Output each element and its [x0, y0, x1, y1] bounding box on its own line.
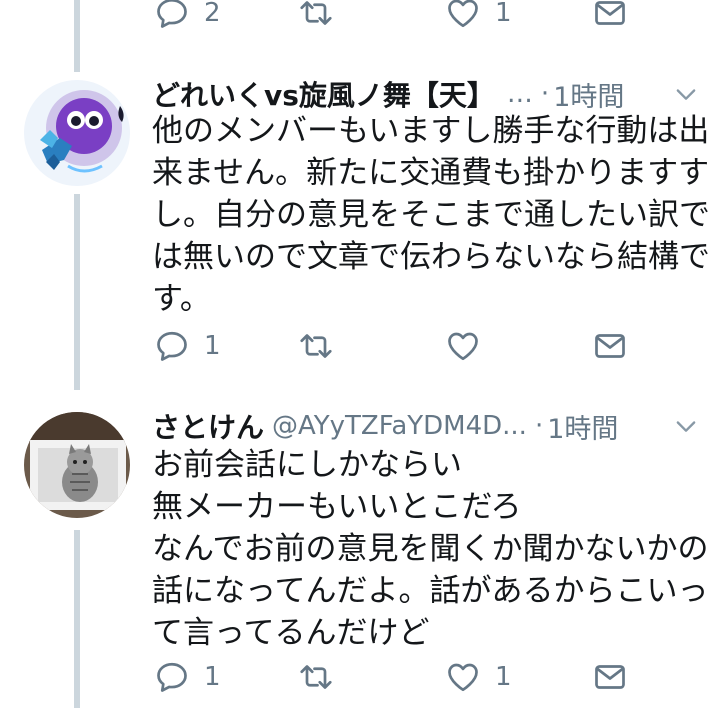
dm-icon	[592, 659, 628, 695]
tweet-text-line: 他のメンバーもいますし勝手な行動は出	[152, 113, 710, 149]
reply-count: 1	[204, 331, 221, 361]
tweet-actions: 2 1	[0, 0, 720, 38]
dm-button[interactable]	[592, 652, 628, 702]
dm-button[interactable]	[592, 0, 628, 38]
retweet-button[interactable]	[298, 0, 348, 38]
dm-icon	[592, 328, 628, 364]
like-button[interactable]: 1	[445, 652, 512, 702]
reply-icon	[154, 659, 190, 695]
display-name[interactable]: さとけん	[152, 406, 264, 446]
tweet-text-line: す。	[152, 281, 211, 317]
handle[interactable]: @AYyTZFaYDM4D...	[272, 411, 527, 441]
retweet-icon	[298, 328, 334, 364]
retweet-button[interactable]	[298, 652, 348, 702]
reply-button[interactable]: 1	[154, 321, 221, 371]
dm-button[interactable]	[592, 321, 628, 371]
tweet-text: お前会話にしかならい 無メーカーもいいとこだろ なんでお前の意見を聞くか聞かない…	[152, 444, 708, 654]
like-button[interactable]	[445, 321, 495, 371]
tweet-text-line: お前会話にしかならい	[152, 447, 462, 483]
tweet-header: さとけん @AYyTZFaYDM4D... · 1時間	[152, 404, 700, 448]
tweet-text-line: は無いので文章で伝わらないなら結構で	[152, 239, 710, 275]
like-icon	[445, 328, 481, 364]
retweet-icon	[298, 659, 334, 695]
reply-icon	[154, 328, 190, 364]
display-name[interactable]: どれいくvs旋風ノ舞【天】	[152, 74, 495, 114]
like-count: 1	[495, 662, 512, 692]
like-icon	[445, 0, 481, 31]
separator-dot: ·	[534, 411, 544, 441]
tweet-text-line: 話になってんだよ。話があるからこいっ	[152, 573, 709, 609]
tweet-actions: 1	[0, 321, 720, 371]
reply-button[interactable]: 1	[154, 652, 221, 702]
reply-count: 1	[204, 662, 221, 692]
separator-dot: ·	[540, 79, 550, 109]
avatar-image	[24, 412, 130, 518]
avatar[interactable]	[24, 412, 130, 518]
caret-down-icon[interactable]	[672, 80, 700, 108]
avatar[interactable]	[24, 80, 130, 186]
handle[interactable]: …	[507, 79, 533, 109]
avatar-image	[24, 80, 130, 186]
like-button[interactable]: 1	[445, 0, 512, 38]
reply-count: 2	[204, 0, 221, 28]
like-icon	[445, 659, 481, 695]
tweet-actions: 1 1	[0, 652, 720, 702]
tweet-text-line: 来ません。新たに交通費も掛かりますす	[152, 155, 710, 191]
dm-icon	[592, 0, 628, 31]
reply-button[interactable]: 2	[154, 0, 221, 38]
like-count: 1	[495, 0, 512, 28]
tweet-text-line: 無メーカーもいいとこだろ	[152, 489, 522, 525]
caret-down-icon[interactable]	[672, 412, 700, 440]
tweet-text-line: し。自分の意見をそこまで通したい訳で	[152, 197, 710, 233]
timestamp[interactable]: 1時間	[553, 75, 624, 114]
tweet-text: 他のメンバーもいますし勝手な行動は出 来ません。新たに交通費も掛かりますす し。…	[152, 110, 710, 320]
reply-icon	[154, 0, 190, 31]
retweet-icon	[298, 0, 334, 31]
tweet-text-line: なんでお前の意見を聞くか聞かないかの	[152, 531, 709, 567]
tweet-text-line: て言ってるんだけど	[152, 615, 430, 651]
retweet-button[interactable]	[298, 321, 348, 371]
timestamp[interactable]: 1時間	[547, 407, 618, 446]
